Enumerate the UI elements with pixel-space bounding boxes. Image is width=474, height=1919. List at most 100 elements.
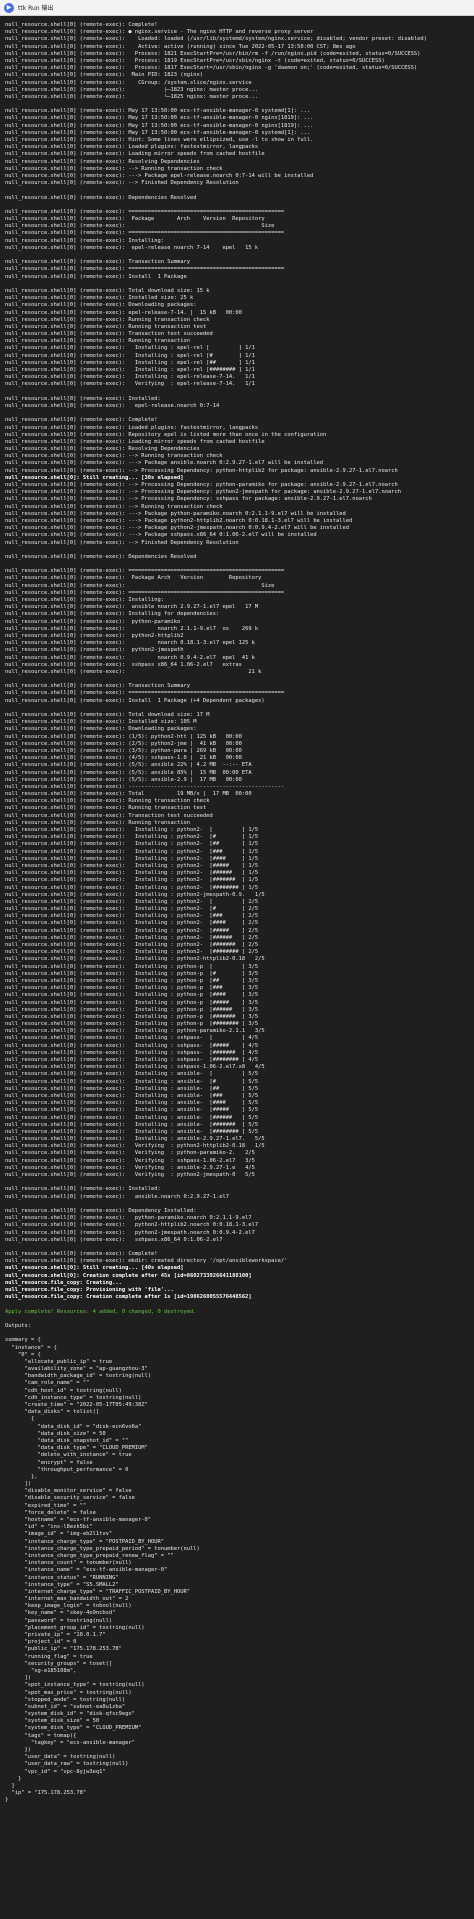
console-line: null_resource.shell[0] (remote-exec): Co… (5, 1251, 158, 1258)
console-line: "subnet_id" = "subnet-ea8u1zba" (5, 1703, 126, 1710)
console-line: null_resource.shell[0] (remote-exec): In… (5, 855, 259, 862)
console-line: null_resource.shell[0] (remote-exec): Ma… (5, 72, 203, 79)
console-line: "sg-e185108m", (5, 1667, 77, 1674)
console-line: "tags" = tomap({ (5, 1732, 77, 1739)
console-line: null_resource.shell[0] (remote-exec): In… (5, 985, 259, 992)
console-line: null_resource.shell[0] (remote-exec): Ru… (5, 323, 207, 330)
console-line: "placement_group_id" = tostring(null) (5, 1624, 145, 1631)
console-line: null_resource.shell[0] (remote-exec): Re… (5, 431, 327, 438)
console-line: } (5, 1782, 15, 1789)
console-line: "ip" = "175.178.253.78" (5, 1790, 87, 1797)
console-line: "allocate_public_ip" = true (5, 1358, 113, 1365)
console-line: null_resource.shell[0] (remote-exec): --… (5, 496, 372, 503)
console-line: null_resource.shell[0] (remote-exec): Pa… (5, 575, 262, 582)
console-line: null_resource.shell[0] (remote-exec): In… (5, 870, 259, 877)
console-line: null_resource.shell[0] (remote-exec): Lo… (5, 424, 259, 431)
console-line: "private_ip" = "10.0.1.7" (5, 1632, 106, 1638)
console-line: null_resource.shell[0] (remote-exec): ==… (5, 266, 285, 273)
console-line: }, (5, 1473, 38, 1480)
console-line: null_resource.shell[0] (remote-exec): Lo… (5, 438, 265, 445)
console-output[interactable]: null_resource.shell[0] (remote-exec): Co… (5, 22, 470, 1915)
console-line: null_resource.shell[0] (remote-exec): In… (5, 1085, 259, 1092)
console-line: null_resource.shell[0] (remote-exec): Ru… (5, 798, 210, 805)
console-line: "0" = { (5, 1351, 41, 1358)
console-line: "data_disks" = tolist([ (5, 1409, 100, 1416)
console-line: null_resource.shell[0] (remote-exec): ==… (5, 589, 285, 596)
console-line: null_resource.shell[0] (remote-exec): ==… (5, 568, 285, 575)
console-line: null_resource.shell[0] (remote-exec): In… (5, 1006, 259, 1013)
console-line: null_resource.shell[0] (remote-exec): Ma… (5, 108, 311, 115)
console-line: null_resource.shell[0] (remote-exec): Ma… (5, 122, 314, 129)
console-line: "security_groups" = toset([ (5, 1660, 113, 1667)
console-line: null_resource.shell[0] (remote-exec): In… (5, 862, 259, 869)
console-line: "running_flag" = true (5, 1653, 93, 1660)
console-line: null_resource.shell[0] (remote-exec): In… (5, 977, 259, 984)
console-line: Outputs: (5, 1322, 31, 1329)
console-line: null_resource.shell[0] (remote-exec): In… (5, 1128, 259, 1135)
console-line: null_resource.shell[0] (remote-exec): ==… (5, 690, 285, 697)
console-line: null_resource.shell[0] (remote-exec): Ve… (5, 381, 255, 388)
console-line: "expired_time" = "" (5, 1502, 87, 1509)
console-line: null_resource.shell[0] (remote-exec): ep… (5, 402, 220, 409)
console-line: "instance_charge_type_prepaid_period" = … (5, 1545, 200, 1552)
console-line: null_resource.shell[0] (remote-exec): In… (5, 1078, 259, 1085)
console-line: "cam_role_name" = "" (5, 1380, 90, 1387)
console-line: null_resource.shell[0] (remote-exec): In… (5, 395, 161, 402)
console-line: "internet_charge_type" = "TRAFFIC_POSTPA… (5, 1588, 190, 1595)
console-line: null_resource.shell[0] (remote-exec): Pr… (5, 65, 418, 72)
console-line: null_resource.shell[0]: Still creating..… (5, 474, 184, 481)
console-line: null_resource.shell[0] (remote-exec): To… (5, 287, 210, 294)
console-line: null_resource.shell[0] (remote-exec): In… (5, 913, 259, 920)
console-line: null_resource.shell[0] (remote-exec): Re… (5, 446, 200, 453)
console-line: null_resource.shell[0] (remote-exec): --… (5, 783, 285, 790)
console-line: null_resource.shell[0] (remote-exec): Hi… (5, 137, 314, 143)
console-line: null_resource.shell[0] (remote-exec): CG… (5, 79, 252, 86)
run-output-window: ▶ ttk Run 输出 null_resource.shell[0] (rem… (0, 0, 474, 1919)
console-line: "disable_security_service" = false (5, 1495, 135, 1502)
console-line: null_resource.shell[0] (remote-exec): --… (5, 180, 239, 187)
console-line: null_resource.shell[0] (remote-exec): In… (5, 942, 259, 948)
console-line: null_resource.shell[0] (remote-exec): Si… (5, 582, 275, 589)
console-line: null_resource.shell[0] (remote-exec): In… (5, 1114, 259, 1121)
console-line: ]) (5, 1675, 31, 1682)
console-line: null_resource.shell[0] (remote-exec): In… (5, 352, 255, 359)
console-line: null_resource.shell[0] (remote-exec): Ru… (5, 338, 190, 345)
window-title: ttk Run 输出 (18, 5, 54, 12)
console-line: null_resource.shell[0] (remote-exec): --… (5, 489, 401, 496)
console-line: "hostname" = "ecs-tf-ansible-manager-0" (5, 1517, 152, 1523)
console-line: null_resource.shell[0] (remote-exec): De… (5, 1207, 197, 1214)
console-line: null_resource.shell[0] (remote-exec): --… (5, 467, 398, 474)
console-line: null_resource.shell[0] (remote-exec): Tr… (5, 331, 213, 338)
console-line: null_resource.shell[0] (remote-exec): In… (5, 992, 259, 999)
console-line: null_resource.shell[0] (remote-exec): Lo… (5, 36, 427, 43)
console-line: null_resource.shell[0] (remote-exec): Ma… (5, 115, 314, 122)
console-line: null_resource.shell[0] (remote-exec): In… (5, 367, 255, 373)
console-line: null_resource.shell[0] (remote-exec): In… (5, 934, 259, 941)
console-line: null_resource.shell[0] (remote-exec): In… (5, 1071, 259, 1078)
console-line: null_resource.shell[0] (remote-exec): In… (5, 949, 259, 956)
console-line: null_resource.shell[0] (remote-exec): Pa… (5, 216, 265, 223)
console-line: "instance_name" = "ecs-tf-ansible-manage… (5, 1567, 168, 1574)
console-line: null_resource.shell[0]: Still creating..… (5, 1265, 184, 1272)
console-line: "project_id" = 0 (5, 1639, 77, 1646)
console-line: Apply complete! Resources: 4 added, 0 ch… (5, 1308, 197, 1315)
console-line: null_resource.file_copy: Provisioning wi… (5, 1287, 174, 1293)
console-line: "user_data_raw" = tostring(null) (5, 1761, 129, 1768)
console-line: null_resource.shell[0] (remote-exec): In… (5, 920, 259, 927)
console-line: null_resource.shell[0] (remote-exec): In… (5, 295, 194, 302)
console-line: null_resource.shell[0] (remote-exec): In… (5, 963, 259, 970)
console-line: "availability_zone" = "ap-guangzhou-3" (5, 1366, 148, 1373)
console-line: "bandwidth_package_id" = tostring(null) (5, 1373, 152, 1380)
console-line: null_resource.shell[0] (remote-exec): In… (5, 1049, 259, 1056)
console-line: null_resource.shell[0] (remote-exec): To… (5, 712, 210, 718)
console-line: null_resource.shell[0] (remote-exec): py… (5, 1222, 259, 1229)
console-line: null_resource.shell[0] (remote-exec): --… (5, 510, 346, 517)
